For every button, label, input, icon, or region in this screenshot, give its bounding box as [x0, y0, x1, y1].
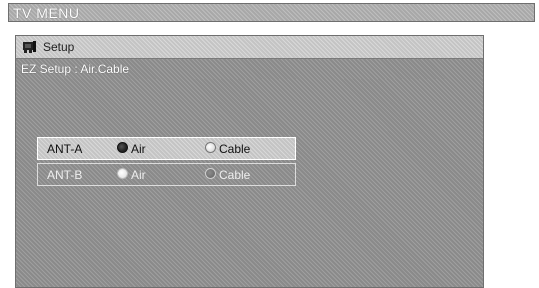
- ez-setup-breadcrumb: EZ Setup : Air.Cable: [21, 62, 130, 76]
- tv-menu-title: TV MENU: [13, 5, 80, 21]
- ant-b-air-option[interactable]: Air: [117, 167, 157, 183]
- radio-unselected-icon[interactable]: [205, 168, 216, 179]
- menu-content-area: ANT-A Air Cable ANT-B Air Cable: [16, 79, 483, 287]
- setup-label: Setup: [43, 40, 75, 54]
- ant-a-air-label: Air: [131, 142, 146, 156]
- ant-b-air-label: Air: [131, 168, 146, 182]
- ant-b-cable-option[interactable]: Cable: [205, 167, 265, 183]
- radio-selected-icon[interactable]: [117, 142, 128, 153]
- ant-a-row[interactable]: ANT-A Air Cable: [37, 137, 296, 160]
- ant-b-label: ANT-B: [47, 168, 83, 182]
- setup-header: Setup: [16, 36, 483, 59]
- setup-icon: [22, 40, 38, 54]
- menu-panel: Setup EZ Setup : Air.Cable ANT-A Air Cab…: [15, 35, 484, 288]
- radio-unselected-icon[interactable]: [205, 142, 216, 153]
- ez-setup-breadcrumb-bar: EZ Setup : Air.Cable: [16, 59, 483, 79]
- ant-a-label: ANT-A: [47, 142, 83, 156]
- ant-a-cable-option[interactable]: Cable: [205, 141, 265, 157]
- ant-b-row[interactable]: ANT-B Air Cable: [37, 163, 296, 186]
- ant-b-cable-label: Cable: [219, 168, 251, 182]
- ant-a-air-option[interactable]: Air: [117, 141, 157, 157]
- radio-selected-icon[interactable]: [117, 168, 128, 179]
- ant-a-cable-label: Cable: [219, 142, 251, 156]
- tv-menu-title-bar: TV MENU: [8, 3, 535, 22]
